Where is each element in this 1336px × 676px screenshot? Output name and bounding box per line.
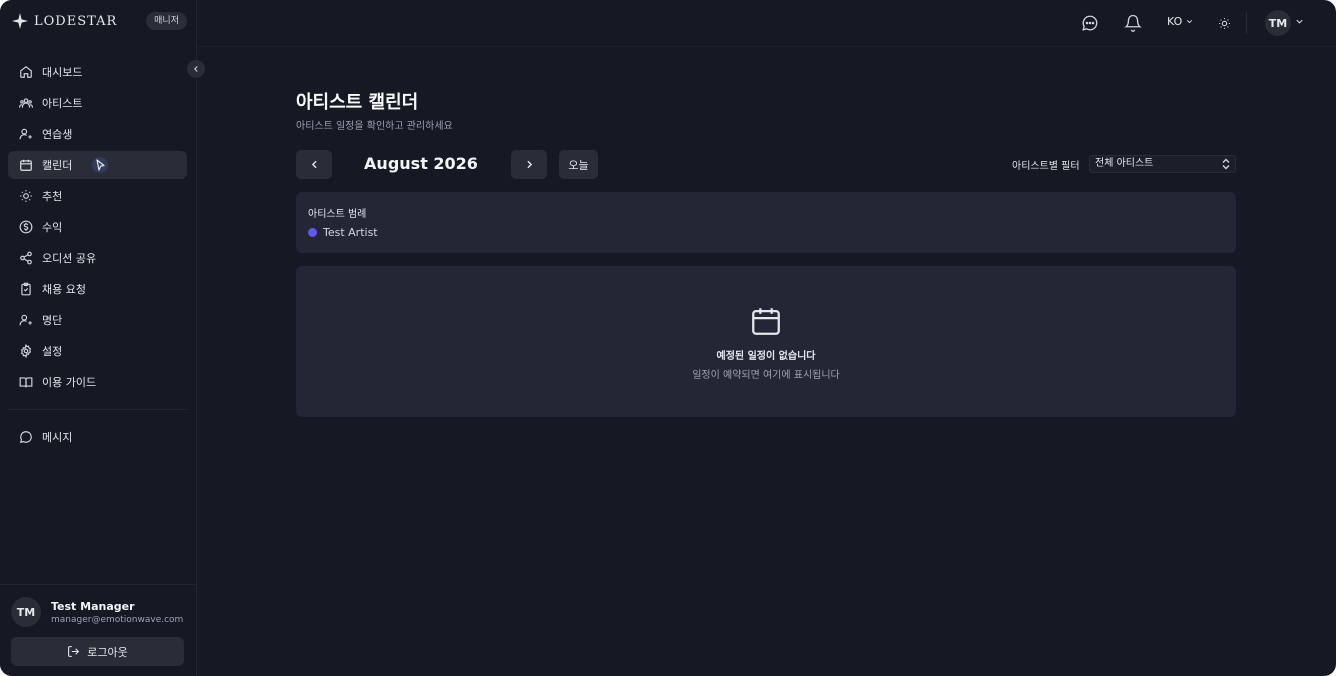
sidebar-item-messages[interactable]: 메시지 [8,423,187,451]
sidebar-item-hiring-requests[interactable]: 채용 요청 [8,275,187,303]
chevron-down-icon [1187,20,1193,24]
user-name: Test Manager [51,599,135,613]
page-title: 아티스트 캘린더 [296,92,419,113]
legend-item-label: Test Artist [323,226,378,239]
chevron-right-icon [526,160,532,169]
page-subtitle: 아티스트 일정을 확인하고 관리하세요 [296,121,453,132]
chevron-left-icon [194,66,198,72]
sidebar-item-label: 아티스트 [42,97,83,110]
language-selector[interactable]: KO [1167,15,1194,28]
role-badge: 매니저 [146,12,187,30]
header-avatar[interactable]: TM [1265,10,1291,36]
sidebar-item-calendar[interactable]: 캘린더 [8,151,187,179]
dollar-icon [18,220,33,235]
sidebar-item-recommendations[interactable]: 추천 [8,182,187,210]
sidebar-footer: TM Test Manager manager@emotionwave.com … [0,584,197,676]
sidebar-item-label: 캘린더 [42,159,73,172]
chevron-down-icon[interactable] [1294,16,1305,27]
logout-icon [67,645,80,658]
book-icon [18,375,33,390]
star-logo-icon [12,13,28,29]
home-icon [18,65,33,80]
artist-legend: 아티스트 범례 Test Artist [296,192,1236,253]
today-button[interactable]: 오늘 [559,150,598,179]
calendar-icon [752,308,780,335]
sidebar-item-artists[interactable]: 아티스트 [8,89,187,117]
artist-filter-label: 아티스트별 필터 [1012,161,1080,172]
user-email: manager@emotionwave.com [51,614,184,625]
select-caret-icon [1222,158,1230,170]
top-bar: KO TM [197,0,1336,47]
legend-title: 아티스트 범례 [308,209,367,220]
sidebar-nav: 대시보드 아티스트 연습생 캘린더 추천 수익 오디션 공유 채용 요청 명단 … [8,58,187,454]
bell-icon [1124,14,1142,32]
sidebar-item-label: 채용 요청 [42,283,86,296]
avatar: TM [11,597,41,627]
legend-item: Test Artist [308,226,378,239]
user-profile[interactable]: TM Test Manager manager@emotionwave.com [11,597,183,627]
clipboard-icon [18,282,33,297]
sidebar: LODESTAR 매니저 대시보드 아티스트 연습생 캘린더 추천 수익 오디션… [0,0,197,676]
sidebar-item-settings[interactable]: 설정 [8,337,187,365]
empty-state: 예정된 일정이 없습니다 일정이 예약되면 여기에 표시됩니다 [296,266,1236,417]
logout-button[interactable]: 로그아웃 [11,637,184,666]
language-label: KO [1167,15,1183,28]
share-icon [18,251,33,266]
current-month-label: August 2026 [364,154,478,173]
collapse-sidebar-button[interactable] [187,60,205,78]
empty-state-subtitle: 일정이 예약되면 여기에 표시됩니다 [692,370,840,381]
chat-bubble-icon [1082,15,1098,31]
users-icon [18,96,33,111]
sidebar-item-roster[interactable]: 명단 [8,306,187,334]
gear-icon [18,344,33,359]
header-divider [1246,12,1247,34]
sidebar-item-label: 설정 [42,345,63,358]
sidebar-item-guide[interactable]: 이용 가이드 [8,368,187,396]
brand-name: LODESTAR [34,13,118,29]
calendar-icon [18,158,33,173]
mouse-pointer-icon [92,157,108,173]
app-window: LODESTAR 매니저 대시보드 아티스트 연습생 캘린더 추천 수익 오디션… [0,0,1336,676]
brand[interactable]: LODESTAR 매니저 [12,10,187,32]
sidebar-item-label: 수익 [42,221,63,234]
empty-state-title: 예정된 일정이 없습니다 [716,351,816,362]
sidebar-item-dashboard[interactable]: 대시보드 [8,58,187,86]
logout-label: 로그아웃 [87,645,128,659]
user-plus-icon [18,313,33,328]
artist-filter-value: 전체 아티스트 [1095,158,1154,169]
nav-divider [8,409,187,410]
chevron-left-icon [311,160,317,169]
user-plus-icon [18,127,33,142]
sidebar-item-label: 명단 [42,314,63,327]
user-info: Test Manager manager@emotionwave.com [51,600,183,625]
sidebar-item-label: 대시보드 [42,66,83,79]
notifications-button[interactable] [1123,13,1143,33]
sun-icon [1218,17,1230,29]
sidebar-item-label: 오디션 공유 [42,252,97,265]
sidebar-item-label: 추천 [42,190,63,203]
legend-color-dot [308,228,317,237]
lightbulb-icon [18,189,33,204]
previous-month-button[interactable] [296,150,332,179]
chat-button[interactable] [1080,13,1100,33]
sidebar-item-label: 이용 가이드 [42,376,97,389]
theme-toggle-button[interactable] [1214,13,1234,33]
artist-filter-select[interactable]: 전체 아티스트 [1089,155,1236,173]
sidebar-item-audition-share[interactable]: 오디션 공유 [8,244,187,272]
message-icon [18,430,33,445]
sidebar-item-label: 연습생 [42,128,73,141]
sidebar-item-trainees[interactable]: 연습생 [8,120,187,148]
sidebar-item-revenue[interactable]: 수익 [8,213,187,241]
sidebar-item-label: 메시지 [42,431,73,444]
next-month-button[interactable] [511,150,547,179]
